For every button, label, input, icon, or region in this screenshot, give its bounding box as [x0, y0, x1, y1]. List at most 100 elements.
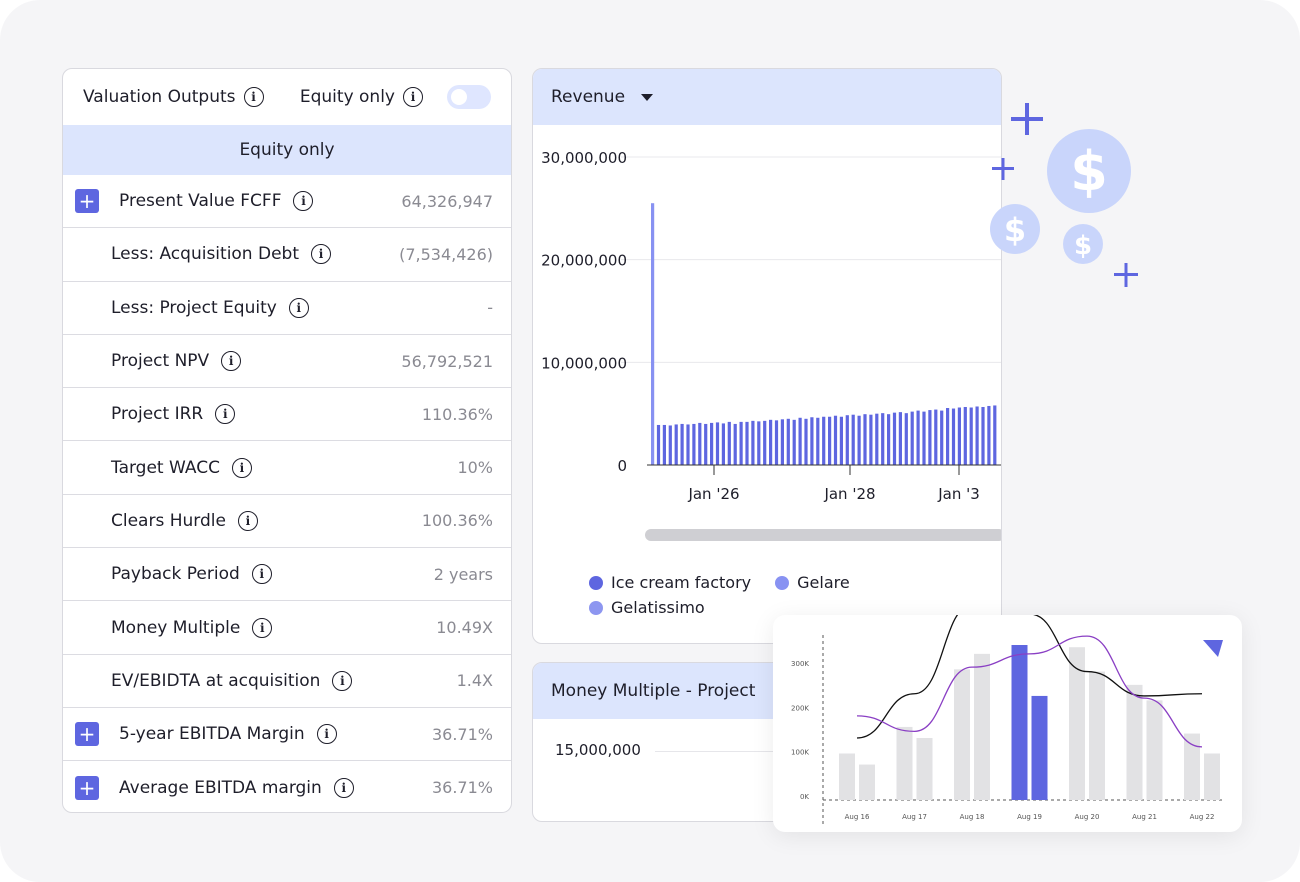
valuation-row: Less: Acquisition Debt i (7,534,426)	[63, 228, 511, 282]
x-tick-label: Aug 18	[960, 813, 985, 821]
bar	[946, 408, 950, 465]
bar	[963, 406, 967, 465]
info-icon[interactable]: i	[293, 191, 314, 212]
bar	[1126, 684, 1143, 800]
section-header: Equity only	[63, 125, 511, 175]
bar	[839, 753, 855, 800]
bar	[798, 417, 802, 465]
bar	[928, 410, 932, 465]
info-icon[interactable]: i	[243, 87, 264, 107]
info-icon[interactable]: i	[252, 617, 273, 638]
valuation-rows: + Present Value FCFF i 64,326,947 Less: Acqu…	[63, 175, 511, 812]
info-icon[interactable]: i	[403, 87, 423, 107]
bar	[674, 424, 678, 465]
x-tick-label: Aug 17	[902, 813, 927, 821]
bar	[975, 406, 979, 465]
bar	[1031, 695, 1048, 800]
valuation-row: Payback Period i 2 years	[63, 548, 511, 602]
x-tick-label: Jan '26	[687, 485, 739, 503]
info-icon[interactable]: i	[221, 351, 242, 372]
row-value: 10%	[457, 458, 493, 478]
row-label: EV/EBIDTA at acquisition	[111, 670, 321, 691]
x-tick-label: Aug 22	[1190, 813, 1215, 821]
bar	[954, 669, 970, 800]
row-label: 5-year EBITDA Margin	[119, 724, 305, 745]
bar	[896, 726, 913, 800]
bar	[692, 423, 696, 465]
info-icon[interactable]: i	[288, 297, 309, 318]
valuation-title: Valuation Outputs	[83, 87, 236, 107]
bar	[910, 411, 914, 465]
row-value: 10.49X	[436, 618, 493, 638]
bar	[875, 413, 879, 465]
bar	[828, 416, 832, 465]
row-value: -	[487, 298, 493, 318]
expand-plus-icon[interactable]: +	[75, 722, 99, 747]
row-label: Money Multiple	[111, 617, 241, 638]
legend-item[interactable]: Gelare	[775, 573, 850, 592]
valuation-row[interactable]: + Present Value FCFF i 64,326,947	[63, 175, 511, 229]
canvas: Valuation Outputs i Equity only i Equity…	[0, 0, 1300, 882]
row-value: 1.4X	[456, 671, 493, 691]
info-icon[interactable]: i	[332, 670, 353, 691]
info-icon[interactable]: i	[333, 777, 354, 798]
dollar-coin-icon: $	[990, 204, 1040, 254]
bar	[916, 410, 920, 465]
info-icon[interactable]: i	[237, 510, 258, 531]
expand-plus-icon[interactable]: +	[75, 775, 99, 800]
revenue-dropdown[interactable]: Revenue	[533, 69, 1001, 125]
y-tick-label: 20,000,000	[541, 252, 627, 270]
row-label: Payback Period	[111, 564, 240, 585]
bar	[892, 412, 897, 465]
valuation-row[interactable]: + Average EBITDA margin i 36.71%	[63, 761, 511, 812]
info-icon[interactable]: i	[215, 404, 236, 425]
bar	[686, 424, 690, 465]
info-icon[interactable]: i	[311, 244, 331, 265]
bar	[922, 411, 926, 465]
info-icon[interactable]: i	[231, 457, 252, 478]
bar	[668, 425, 672, 465]
legend-item[interactable]: Gelatissimo	[589, 598, 705, 617]
row-value: 56,792,521	[401, 351, 493, 371]
bar	[733, 423, 737, 465]
bar	[769, 419, 773, 465]
legend-item[interactable]: Ice cream factory	[589, 573, 751, 592]
svg-text:$: $	[1070, 140, 1108, 203]
legend-label: Gelatissimo	[611, 598, 705, 617]
row-label: Target WACC	[111, 457, 220, 478]
y-tick-label: 0K	[800, 793, 809, 801]
bar	[745, 421, 749, 465]
bar	[974, 653, 990, 800]
bar	[816, 417, 820, 465]
svg-text:$: $	[1074, 231, 1092, 261]
info-icon[interactable]: i	[251, 564, 272, 585]
bar	[1146, 700, 1163, 800]
valuation-row[interactable]: +5-year EBITDA Margin i 36.71%	[63, 708, 511, 762]
row-label: Average EBITDA margin	[119, 777, 322, 798]
chart-scrollbar[interactable]	[645, 529, 1001, 541]
bar	[851, 414, 855, 465]
valuation-header: Valuation Outputs i Equity only i	[63, 69, 511, 125]
valuation-row: Money Multiple i 10.49X	[63, 601, 511, 655]
equity-only-toggle[interactable]	[447, 85, 491, 109]
plus-icon	[992, 158, 1014, 180]
bar	[715, 422, 720, 465]
row-value: 64,326,947	[401, 191, 493, 211]
svg-text:$: $	[1004, 211, 1026, 249]
caret-down-icon	[641, 93, 654, 101]
x-tick-label: Jan '28	[823, 485, 875, 503]
bar	[839, 416, 843, 465]
y-tick-label: 100K	[791, 749, 809, 757]
bar	[656, 424, 661, 465]
expand-plus-icon[interactable]: +	[75, 189, 99, 214]
row-value: 36.71%	[431, 778, 493, 798]
bar	[833, 415, 838, 465]
triangle-marker-icon	[1203, 640, 1223, 657]
bar	[651, 203, 655, 465]
bar	[757, 421, 761, 465]
y-tick-label: 0	[617, 457, 627, 475]
valuation-row: Project NPV i 56,792,521	[63, 335, 511, 389]
info-icon[interactable]: i	[316, 724, 337, 745]
bar	[987, 405, 991, 465]
x-tick-label: Aug 20	[1075, 813, 1100, 821]
